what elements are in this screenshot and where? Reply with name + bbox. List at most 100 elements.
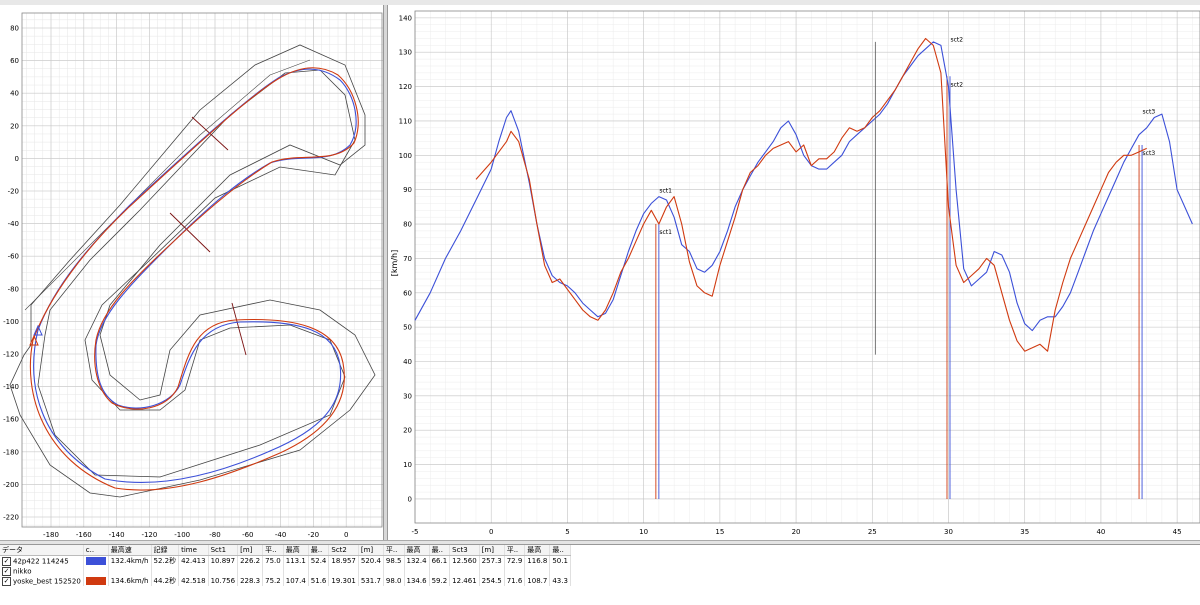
column-header[interactable]: 最..: [308, 545, 330, 556]
map-y-tick-label: -40: [8, 220, 19, 228]
table-row[interactable]: ✓ 42p422 114245 132.4km/h 52.2秒 42.413 10.897…: [0, 555, 571, 566]
table-cell: [429, 566, 451, 576]
table-cell: 52.2秒: [151, 555, 180, 566]
row-name-cell[interactable]: ✓ yoske_best 152520: [0, 576, 84, 586]
table-cell: 43.3: [549, 576, 571, 586]
lap-data-table[interactable]: データ c.. 最高速 記録 time Sct1 [m] 平.. 最高 最.. Sct2 [m] 平..…: [0, 544, 1200, 605]
chart-y-tick-label: 90: [403, 186, 412, 194]
column-header[interactable]: 最..: [549, 545, 571, 556]
column-header[interactable]: time: [178, 545, 209, 556]
table-body[interactable]: ✓ 42p422 114245 132.4km/h 52.2秒 42.413 10.897…: [0, 555, 571, 586]
table-cell: 75.2: [262, 576, 284, 586]
chart-x-tick-label: 20: [792, 528, 801, 536]
table-cell: [549, 566, 571, 576]
table-cell: 66.1: [429, 555, 451, 566]
table-cell: 226.2: [237, 555, 264, 566]
sector-label-top-1: sct1: [659, 188, 672, 195]
table-cell: 71.6: [504, 576, 526, 586]
track-map-x-ticks: -180 -160 -140 -120 -100 -80 -60 -40 -20 0: [43, 531, 348, 539]
sector-label-top-2: sct2: [950, 36, 963, 43]
column-header[interactable]: 最..: [429, 545, 451, 556]
chart-x-tick-label: 30: [944, 528, 953, 536]
map-y-tick-label: 80: [10, 25, 19, 33]
table-row[interactable]: ✓ yoske_best 152520 134.6km/h 44.2秒 42.518 10…: [0, 576, 571, 586]
speed-chart[interactable]: -5 0 5 10 15 20 25 30 35 40 45 1401301201101009080…: [388, 5, 1200, 540]
table-cell: [504, 566, 526, 576]
table-row[interactable]: ✓ nikko: [0, 566, 571, 576]
table-cell: [404, 566, 430, 576]
column-header[interactable]: Sct3: [449, 545, 480, 556]
row-color-cell[interactable]: [83, 566, 109, 576]
table-cell: 18.957: [328, 555, 359, 566]
table-cell: 42.518: [178, 576, 209, 586]
column-header[interactable]: 平..: [504, 545, 526, 556]
track-map[interactable]: -180 -160 -140 -120 -100 -80 -60 -40 -20 0 806040…: [0, 5, 383, 540]
table-cell: 10.897: [208, 555, 239, 566]
column-header[interactable]: c..: [83, 545, 109, 556]
table-cell: [308, 566, 330, 576]
color-swatch[interactable]: [85, 557, 106, 565]
table-cell: 108.7: [524, 576, 551, 586]
table-cell: 132.4: [404, 555, 430, 566]
table-cell: 72.9: [504, 555, 526, 566]
sector-markers: sct1 sct1 sct2 sct2 sct3 sct3: [655, 36, 1155, 499]
column-header[interactable]: 最高: [283, 545, 309, 556]
table-cell: 44.2秒: [151, 576, 180, 586]
sector-line-2: [169, 212, 211, 253]
column-header[interactable]: データ: [0, 545, 84, 556]
color-swatch[interactable]: [85, 577, 106, 585]
row-name-cell[interactable]: ✓ nikko: [0, 566, 84, 576]
chart-y-tick-label: 0: [408, 495, 412, 503]
table-cell: 520.4: [358, 555, 384, 566]
chart-x-tick-label: 45: [1173, 528, 1182, 536]
table-cell: 10.756: [208, 576, 239, 586]
column-header[interactable]: [m]: [358, 545, 384, 556]
table-cell: [108, 566, 152, 576]
map-y-tick-label: 20: [10, 122, 19, 130]
table-cell: 134.6km/h: [108, 576, 152, 586]
row-visible-checkbox[interactable]: ✓: [2, 556, 11, 566]
chart-y-tick-label: 50: [403, 324, 412, 332]
chart-x-tick-label: 25: [868, 528, 877, 536]
table-cell: 132.4km/h: [108, 555, 152, 566]
table-cell: [328, 566, 359, 576]
row-visible-checkbox[interactable]: ✓: [2, 566, 11, 576]
chart-x-tick-label: 0: [489, 528, 493, 536]
row-name-cell[interactable]: ✓ 42p422 114245: [0, 555, 84, 566]
column-header[interactable]: Sct1: [208, 545, 239, 556]
lap-trace-blue: [33, 68, 357, 483]
table-cell: [237, 566, 264, 576]
column-header[interactable]: 平..: [262, 545, 284, 556]
column-header[interactable]: 最高: [404, 545, 430, 556]
table-cell: 75.0: [262, 555, 284, 566]
chart-x-tick-label: 40: [1096, 528, 1105, 536]
table-cell: 107.4: [283, 576, 309, 586]
column-header[interactable]: [m]: [479, 545, 505, 556]
column-header[interactable]: Sct2: [328, 545, 359, 556]
column-header[interactable]: 最高: [524, 545, 551, 556]
row-name: 42p422 114245: [13, 557, 69, 565]
table-cell: [208, 566, 239, 576]
map-x-tick-label: -80: [209, 531, 220, 539]
track-map-panel[interactable]: -180 -160 -140 -120 -100 -80 -60 -40 -20 0 80 60 40…: [0, 5, 384, 540]
table-cell: 51.6: [308, 576, 330, 586]
column-header[interactable]: [m]: [237, 545, 264, 556]
map-x-tick-label: -40: [275, 531, 286, 539]
map-x-tick-label: -120: [141, 531, 157, 539]
column-header[interactable]: 平..: [383, 545, 405, 556]
chart-y-tick-label: 40: [403, 358, 412, 366]
column-header[interactable]: 最高速: [108, 545, 152, 556]
row-visible-checkbox[interactable]: ✓: [2, 576, 11, 586]
table-cell: [524, 566, 551, 576]
column-header[interactable]: 記録: [151, 545, 180, 556]
chart-y-tick-label: 130: [399, 49, 412, 57]
row-color-cell[interactable]: [83, 576, 109, 586]
chart-y-tick-label: 80: [403, 221, 412, 229]
row-color-cell[interactable]: [83, 555, 109, 566]
table-cell: [178, 566, 209, 576]
map-x-tick-label: -180: [43, 531, 59, 539]
chart-x-tick-label: 35: [1020, 528, 1029, 536]
table-cell: 12.560: [449, 555, 480, 566]
speed-chart-panel[interactable]: -5 0 5 10 15 20 25 30 35 40 45 140 130 120 110 100 90 80…: [388, 5, 1200, 540]
chart-x-tick-label: 5: [565, 528, 569, 536]
